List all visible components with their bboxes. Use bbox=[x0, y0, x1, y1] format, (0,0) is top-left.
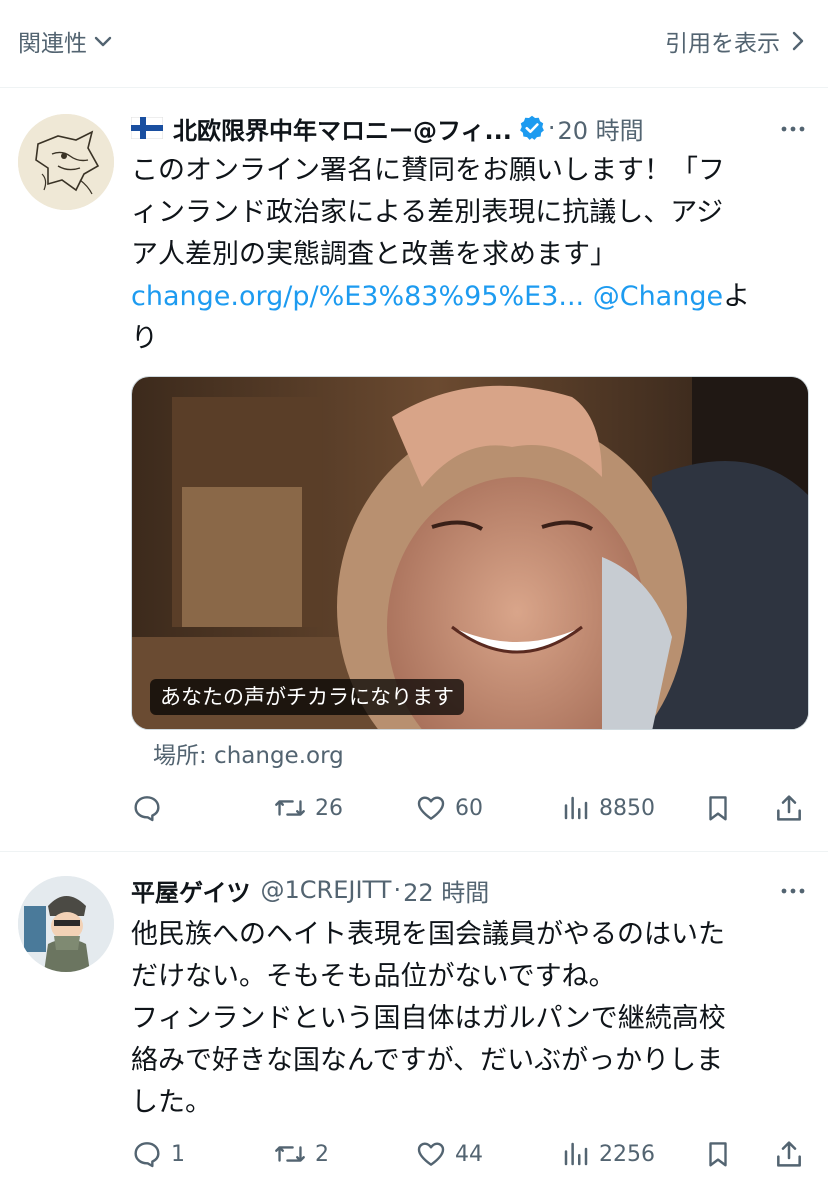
view-quotes-label: 引用を表示 bbox=[665, 31, 780, 57]
text-line: り bbox=[131, 323, 158, 354]
separator-dot: · bbox=[393, 876, 402, 904]
share-button[interactable] bbox=[773, 1134, 805, 1174]
text-line: フィンランドという国自体はガルパンで継続高校 bbox=[131, 1003, 726, 1034]
heart-icon bbox=[417, 1142, 445, 1166]
sort-dropdown-button[interactable]: 関連性 bbox=[18, 22, 115, 60]
display-name[interactable]: 平屋ゲイツ bbox=[131, 873, 251, 908]
chevron-right-icon bbox=[792, 31, 804, 51]
verified-badge-icon[interactable] bbox=[518, 114, 546, 142]
share-icon bbox=[777, 795, 801, 821]
like-button[interactable]: 44 bbox=[415, 1134, 483, 1174]
card-caption: あなたの声がチカラになります bbox=[150, 679, 464, 715]
tweet-text: このオンライン署名に賛同をお願いします！「フ ィンランド政治家による差別表現に抗… bbox=[131, 150, 801, 360]
avatar[interactable] bbox=[18, 876, 114, 972]
avatar[interactable] bbox=[18, 114, 114, 210]
card-photo bbox=[132, 377, 808, 729]
chevron-down-icon bbox=[94, 36, 112, 47]
reply-sort-bar: 関連性 引用を表示 bbox=[0, 0, 828, 88]
share-icon bbox=[777, 1141, 801, 1167]
like-count: 44 bbox=[455, 1141, 483, 1167]
bookmark-icon bbox=[709, 1142, 727, 1167]
text-suffix: よ bbox=[723, 281, 751, 312]
like-button[interactable]: 60 bbox=[415, 788, 483, 828]
heart-icon bbox=[417, 796, 445, 820]
share-button[interactable] bbox=[773, 788, 805, 828]
timestamp[interactable]: 20 時間 bbox=[558, 111, 644, 146]
bookmark-button[interactable] bbox=[703, 788, 733, 828]
retweet-button[interactable]: 2 bbox=[273, 1134, 329, 1174]
tweet-header: 北欧限界中年マロニー@フィ... · 20 時間 bbox=[131, 110, 808, 146]
reply-icon bbox=[134, 796, 160, 822]
mention-link[interactable]: @Change bbox=[593, 281, 723, 312]
tweet-header: 平屋ゲイツ @1CREJITT · 22 時間 bbox=[131, 872, 808, 908]
retweet-count: 26 bbox=[315, 795, 343, 821]
text-line: ア人差別の実態調査と改善を求めます」 bbox=[131, 239, 617, 270]
bookmark-icon bbox=[709, 796, 727, 821]
views-chart-icon bbox=[564, 796, 588, 820]
text-line: だけない。そもそも品位がないですね。 bbox=[131, 961, 616, 992]
tweet-actions: 1 2 44 2256 bbox=[131, 1134, 808, 1174]
views-count: 2256 bbox=[599, 1141, 655, 1167]
views-count: 8850 bbox=[599, 795, 655, 821]
reply-button[interactable]: 1 bbox=[131, 1134, 185, 1174]
text-line: 絡みで好きな国なんですが、だいぶがっかりしま bbox=[131, 1045, 724, 1076]
text-line: ィンランド政治家による差別表現に抗議し、アジ bbox=[131, 197, 724, 228]
like-count: 60 bbox=[455, 795, 483, 821]
retweet-count: 2 bbox=[315, 1141, 329, 1167]
view-quotes-link[interactable]: 引用を表示 bbox=[665, 22, 808, 60]
more-options-icon[interactable] bbox=[778, 114, 808, 144]
separator-dot: · bbox=[547, 114, 556, 142]
timestamp[interactable]: 22 時間 bbox=[403, 873, 489, 908]
text-line-links: change.org/p/%E3%83%95%E3... @Changeよ bbox=[131, 276, 801, 318]
user-handle[interactable]: @1CREJITT bbox=[261, 876, 392, 904]
display-name[interactable]: 北欧限界中年マロニー@フィ... bbox=[173, 111, 512, 146]
views-button[interactable]: 2256 bbox=[561, 1134, 655, 1174]
reply-button[interactable] bbox=[131, 788, 171, 828]
text-line: 他民族へのヘイト表現を国会議員がやるのはいた bbox=[131, 919, 725, 950]
views-chart-icon bbox=[564, 1142, 588, 1166]
retweet-icon bbox=[275, 800, 305, 816]
tweet-text: 他民族へのヘイト表現を国会議員がやるのはいた だけない。そもそも品位がないですね… bbox=[131, 914, 801, 1124]
text-line: した。 bbox=[131, 1087, 212, 1118]
card-source[interactable]: 場所: change.org bbox=[153, 738, 344, 774]
text-line: このオンライン署名に賛同をお願いします！「フ bbox=[131, 155, 725, 186]
more-options-icon[interactable] bbox=[778, 876, 808, 906]
retweet-icon bbox=[275, 1146, 305, 1162]
finland-flag-icon bbox=[131, 117, 163, 139]
tweet[interactable]: 平屋ゲイツ @1CREJITT · 22 時間 他民族へのヘイト表現を国会議員が… bbox=[0, 852, 828, 1187]
reply-icon bbox=[134, 1142, 160, 1168]
sort-label: 関連性 bbox=[18, 31, 87, 57]
external-link[interactable]: change.org/p/%E3%83%95%E3... bbox=[131, 281, 584, 312]
reply-count: 1 bbox=[171, 1141, 185, 1167]
views-button[interactable]: 8850 bbox=[561, 788, 655, 828]
link-card[interactable]: あなたの声がチカラになります bbox=[131, 376, 809, 730]
tweet[interactable]: 北欧限界中年マロニー@フィ... · 20 時間 このオンライン署名に賛同をお願… bbox=[0, 88, 828, 852]
bookmark-button[interactable] bbox=[703, 1134, 733, 1174]
tweet-actions: 26 60 8850 bbox=[131, 788, 808, 828]
retweet-button[interactable]: 26 bbox=[273, 788, 343, 828]
